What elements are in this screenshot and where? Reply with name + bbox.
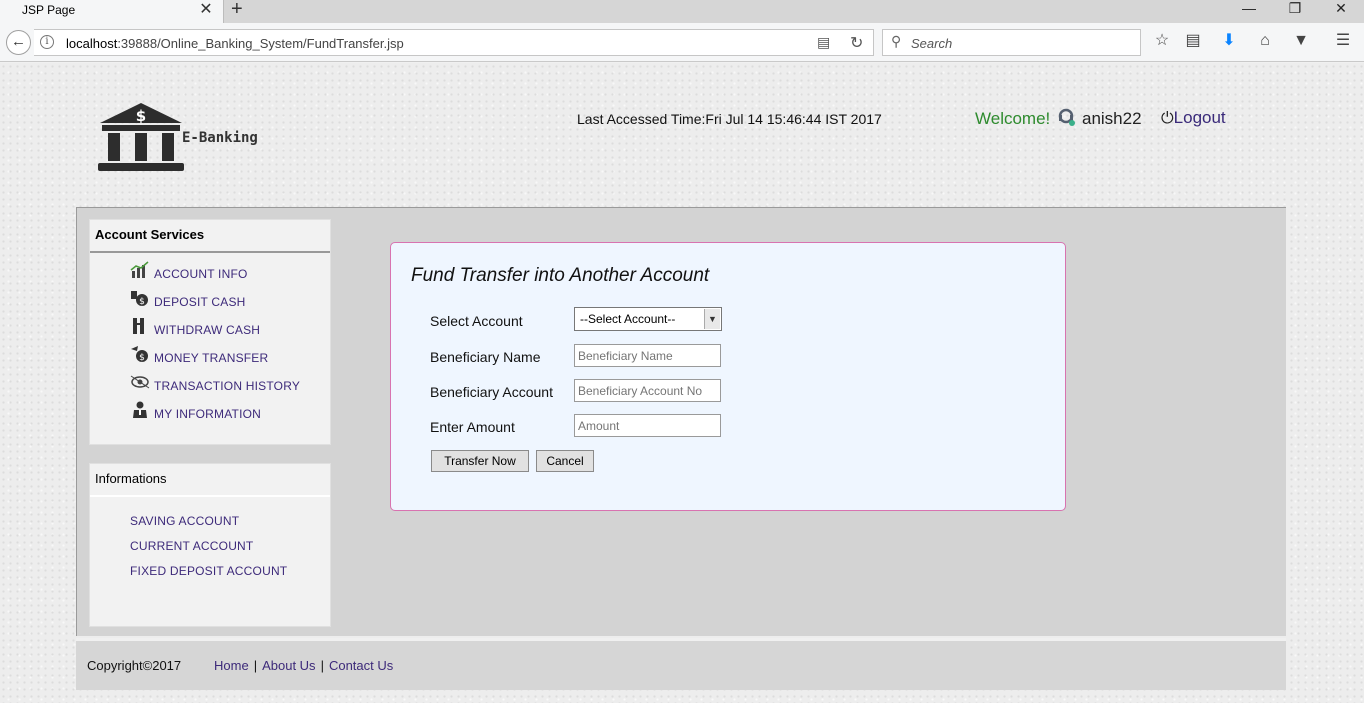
bookmark-star-icon[interactable]: ☆ xyxy=(1151,30,1173,52)
sidebar-item-money-transfer[interactable]: $ MONEY TRANSFER xyxy=(130,346,300,376)
tab-close-icon[interactable]: ✕ xyxy=(197,0,215,20)
fund-transfer-form: Fund Transfer into Another Account Selec… xyxy=(390,242,1066,511)
page-body: $ E-Banking Last Accessed Time:Fri Jul 1… xyxy=(0,63,1364,703)
sidebar-item-label: MONEY TRANSFER xyxy=(154,351,269,365)
main-content: Account Services ACCOUNT INFO $ DEPOSIT … xyxy=(76,207,1286,636)
pocket-icon[interactable]: ▼ xyxy=(1290,30,1312,52)
person-icon xyxy=(133,401,147,418)
minimize-icon[interactable]: — xyxy=(1226,0,1272,23)
reading-list-icon[interactable]: ▤ xyxy=(1182,30,1204,52)
services-list: ACCOUNT INFO $ DEPOSIT CASH WITHDRAW CAS… xyxy=(130,261,301,432)
amount-label: Enter Amount xyxy=(430,419,515,435)
url-host: localhost xyxy=(66,36,118,51)
power-icon: ⏻ xyxy=(1161,110,1174,127)
logout-label: Logout xyxy=(1173,108,1226,127)
account-services-title: Account Services xyxy=(90,220,330,253)
sidebar-item-label: ACCOUNT INFO xyxy=(154,267,248,281)
new-tab-icon[interactable]: + xyxy=(231,0,243,20)
footer-link-about-us[interactable]: About Us xyxy=(262,658,315,673)
search-bar[interactable]: ⚲ Search xyxy=(882,29,1141,56)
amount-input[interactable] xyxy=(574,414,721,437)
withdraw-icon xyxy=(133,318,144,334)
beneficiary-name-label: Beneficiary Name xyxy=(430,349,541,365)
beneficiary-account-label: Beneficiary Account xyxy=(430,384,553,400)
footer-links: Home | About Us | Contact Us xyxy=(214,658,393,673)
window-close-icon[interactable]: ✕ xyxy=(1318,0,1364,23)
account-services-panel: Account Services ACCOUNT INFO $ DEPOSIT … xyxy=(89,219,331,445)
footer-separator: | xyxy=(253,658,258,673)
informations-panel: Informations SAVING ACCOUNT CURRENT ACCO… xyxy=(89,463,331,627)
chevron-down-icon: ▼ xyxy=(704,309,720,329)
footer-link-contact-us[interactable]: Contact Us xyxy=(329,658,393,673)
sidebar-item-transaction-history[interactable]: TRANSACTION HISTORY xyxy=(130,375,301,404)
history-icon xyxy=(130,375,150,389)
copyright-text: Copyright©2017 xyxy=(87,658,182,673)
logo-text: E-Banking xyxy=(182,130,258,146)
money-transfer-icon: $ xyxy=(131,346,148,363)
sidebar-item-label: WITHDRAW CASH xyxy=(154,323,261,337)
info-item-fixed-deposit-account[interactable]: FIXED DEPOSIT ACCOUNT xyxy=(130,564,287,589)
site-info-icon[interactable]: i xyxy=(40,35,54,49)
cancel-button[interactable]: Cancel xyxy=(536,450,594,472)
footer-separator: | xyxy=(320,658,324,673)
url-text: localhost:39888/Online_Banking_System/Fu… xyxy=(66,36,404,51)
sidebar-item-label: TRANSACTION HISTORY xyxy=(154,379,301,393)
user-headset-icon xyxy=(1058,108,1075,126)
last-accessed-time: Last Accessed Time:Fri Jul 14 15:46:44 I… xyxy=(577,111,882,127)
info-item-current-account[interactable]: CURRENT ACCOUNT xyxy=(130,539,287,564)
url-bar[interactable]: i localhost:39888/Online_Banking_System/… xyxy=(34,29,874,56)
select-account-dropdown[interactable]: --Select Account-- ▼ xyxy=(574,307,722,331)
beneficiary-name-input[interactable] xyxy=(574,344,721,367)
sidebar-item-withdraw-cash[interactable]: WITHDRAW CASH xyxy=(130,318,300,348)
logout-link[interactable]: ⏻Logout xyxy=(1161,108,1226,128)
tab-title: JSP Page xyxy=(22,3,76,17)
download-icon[interactable]: ⬇ xyxy=(1218,30,1240,52)
svg-text:$: $ xyxy=(136,107,146,125)
search-icon: ⚲ xyxy=(891,33,902,49)
sidebar-item-my-information[interactable]: MY INFORMATION xyxy=(130,401,300,432)
url-path: :39888/Online_Banking_System/FundTransfe… xyxy=(117,36,404,51)
menu-icon[interactable]: ☰ xyxy=(1332,30,1354,52)
sidebar-item-label: DEPOSIT CASH xyxy=(154,295,246,309)
chart-icon xyxy=(130,261,149,278)
transfer-now-button[interactable]: Transfer Now xyxy=(431,450,529,472)
select-account-label: Select Account xyxy=(430,313,523,329)
sidebar-item-deposit-cash[interactable]: $ DEPOSIT CASH xyxy=(130,291,300,320)
footer-link-home[interactable]: Home xyxy=(214,658,249,673)
informations-list: SAVING ACCOUNT CURRENT ACCOUNT FIXED DEP… xyxy=(130,514,287,589)
beneficiary-account-input[interactable] xyxy=(574,379,721,402)
username: anish22 xyxy=(1082,109,1142,128)
search-placeholder: Search xyxy=(911,36,953,51)
bank-logo-icon: $ xyxy=(98,103,184,171)
restore-icon[interactable]: ❐ xyxy=(1272,0,1318,23)
reader-view-icon[interactable]: ▤ xyxy=(817,34,830,51)
browser-tab[interactable]: JSP Page ✕ xyxy=(0,0,224,23)
select-account-value: --Select Account-- xyxy=(580,312,676,326)
informations-title: Informations xyxy=(90,464,330,497)
sidebar-item-account-info[interactable]: ACCOUNT INFO xyxy=(130,261,300,292)
svg-text:$: $ xyxy=(139,353,145,363)
browser-tab-bar: JSP Page ✕ + — ❐ ✕ xyxy=(0,0,1364,23)
reload-icon[interactable]: ↻ xyxy=(850,33,863,53)
back-arrow-icon[interactable]: ← xyxy=(6,30,31,55)
info-item-saving-account[interactable]: SAVING ACCOUNT xyxy=(130,514,287,539)
deposit-icon: $ xyxy=(131,291,148,307)
home-icon[interactable]: ⌂ xyxy=(1254,30,1276,52)
sidebar-item-label: MY INFORMATION xyxy=(154,407,262,421)
form-title: Fund Transfer into Another Account xyxy=(411,265,710,286)
footer: Copyright©2017 Home | About Us | Contact Us xyxy=(76,638,1286,690)
welcome-text: Welcome! xyxy=(975,109,1051,128)
svg-text:$: $ xyxy=(139,297,145,307)
